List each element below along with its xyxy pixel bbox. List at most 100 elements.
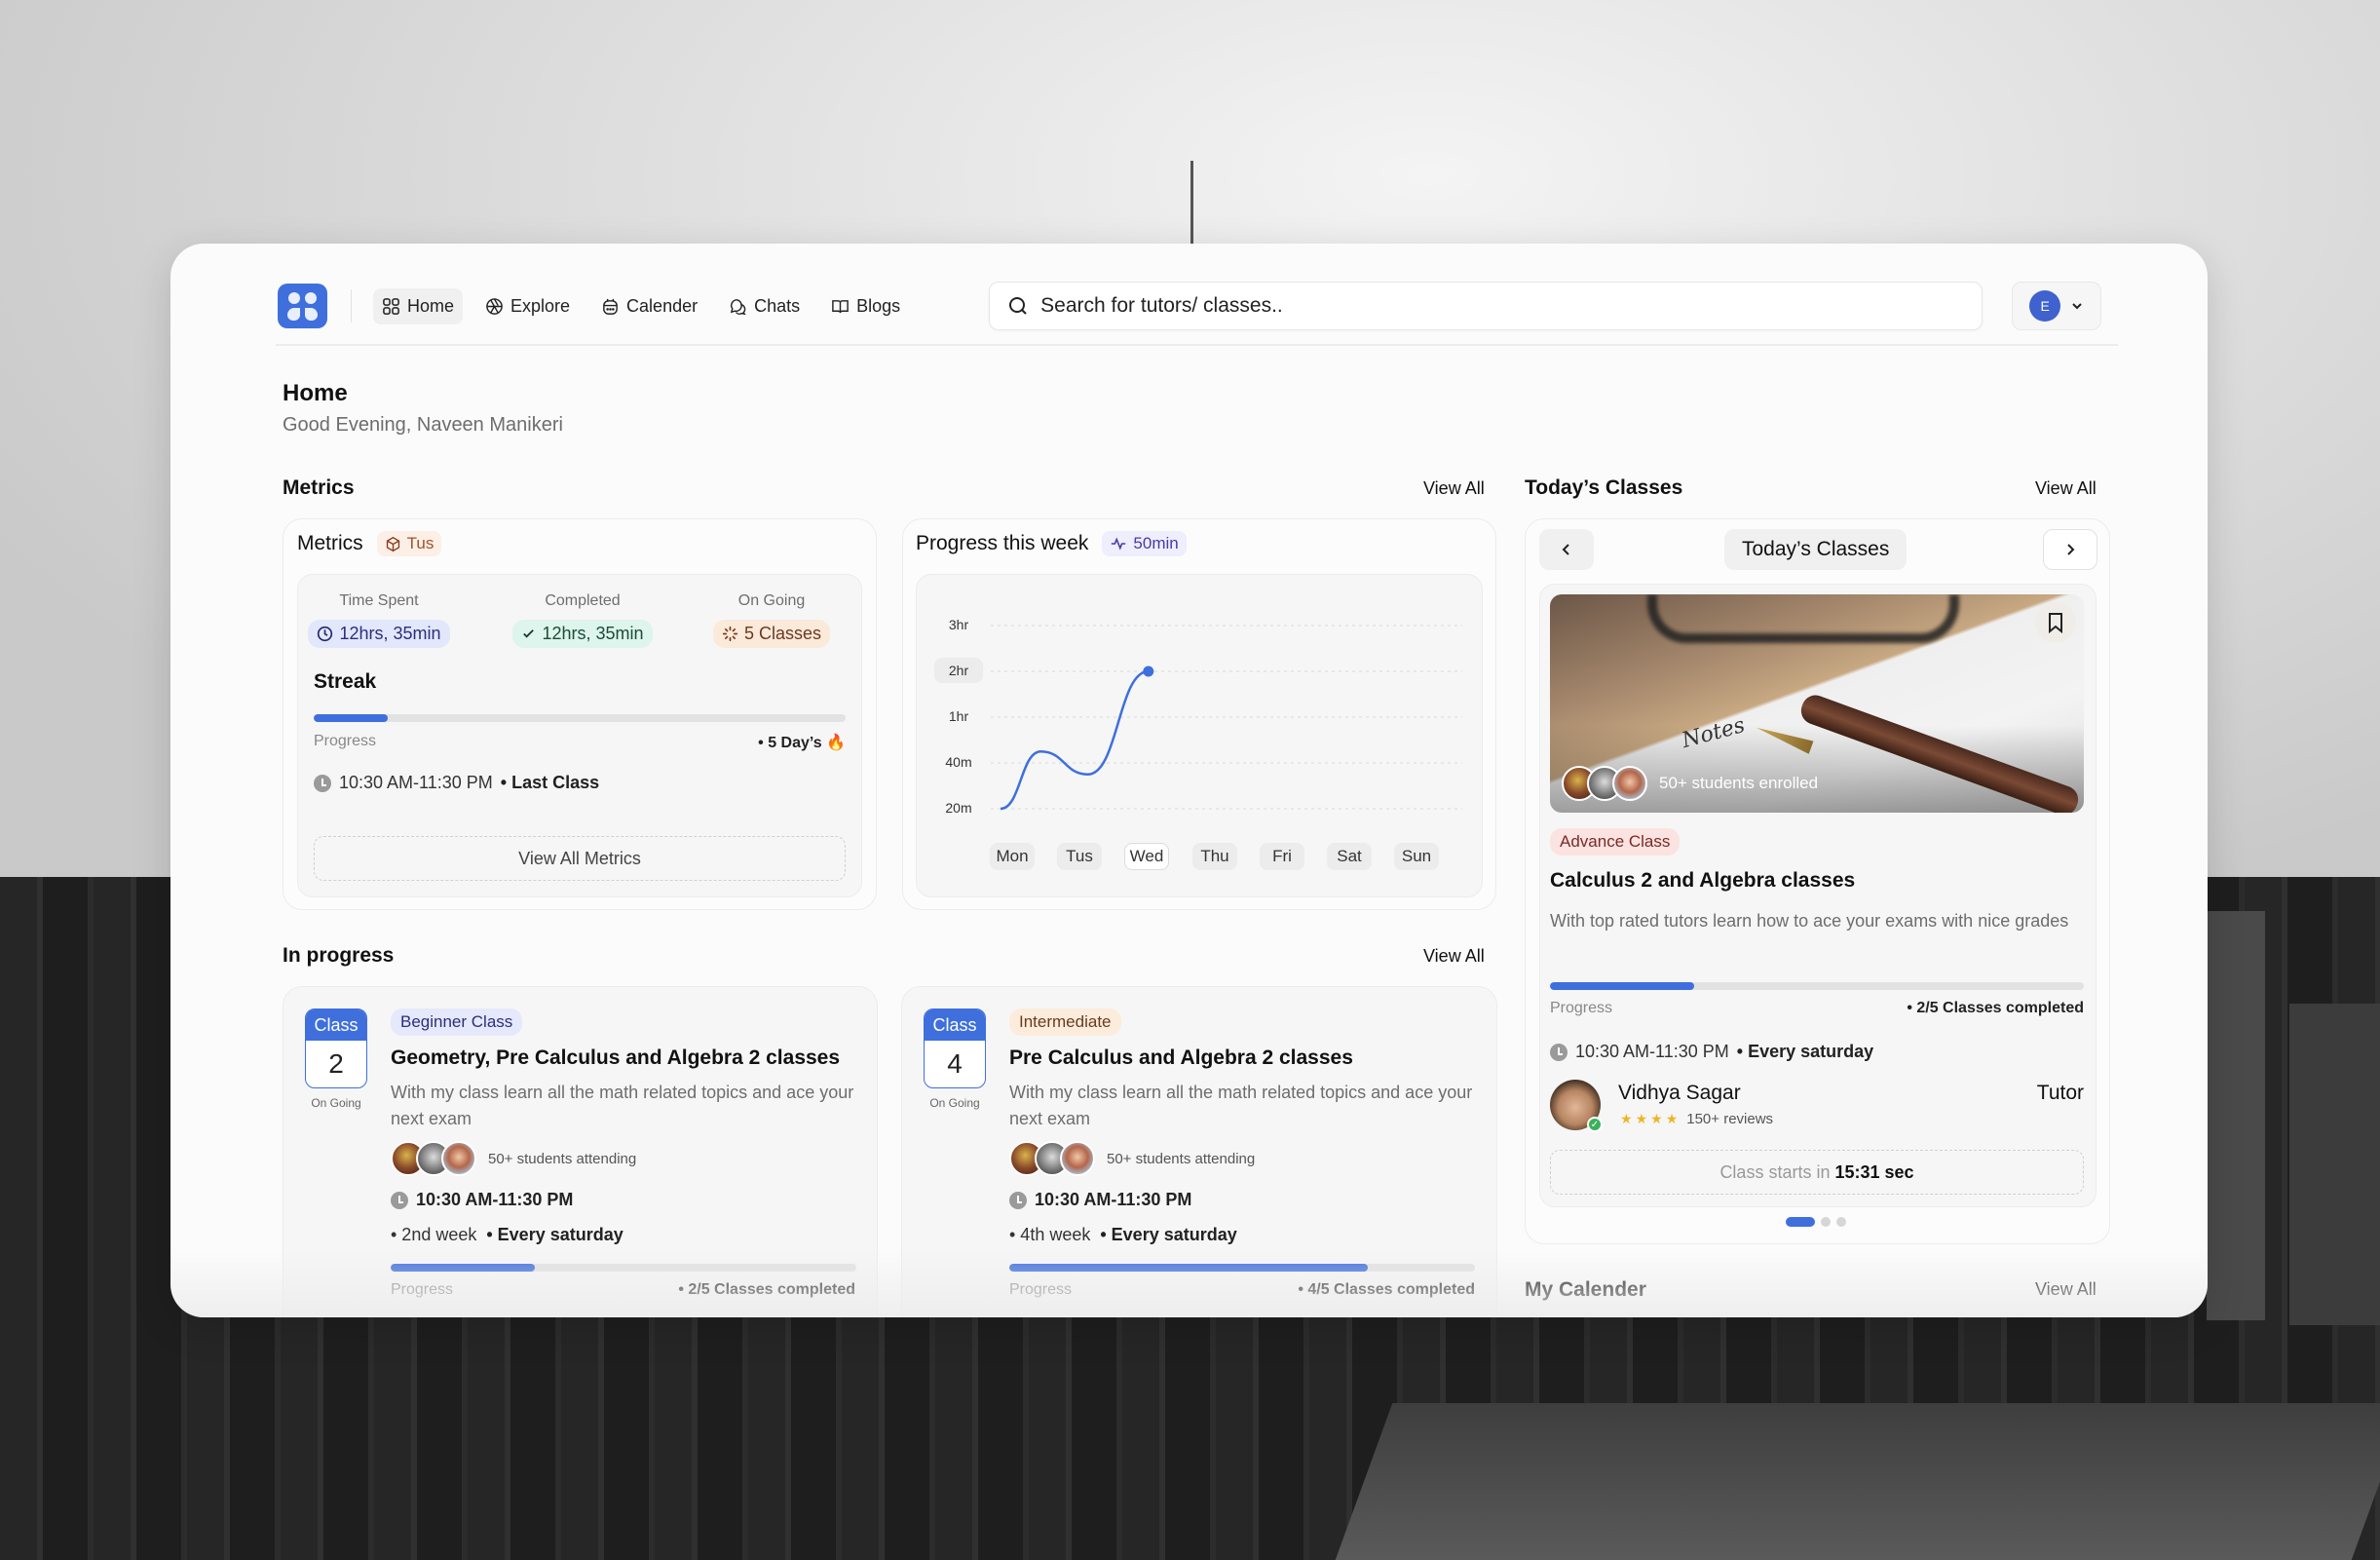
class-title: Geometry, Pre Calculus and Algebra 2 cla…: [391, 1046, 841, 1069]
carousel-dot[interactable]: [1836, 1217, 1846, 1227]
class-badge-number: 2: [328, 1048, 344, 1079]
carousel-title: Today’s Classes: [1724, 529, 1908, 570]
chart-header: Progress this week 50min: [916, 531, 1187, 556]
nav-item-blogs[interactable]: Blogs: [822, 288, 909, 324]
nav-item-explore[interactable]: Explore: [476, 288, 579, 324]
progress-line: [1000, 669, 1150, 811]
completed-label: Completed: [545, 592, 621, 609]
y-tick-label: 1hr: [948, 708, 969, 724]
current-point-marker[interactable]: [1143, 666, 1154, 677]
carousel-dot[interactable]: [1786, 1217, 1815, 1227]
user-menu-button[interactable]: E: [2012, 282, 2102, 330]
day-tus-button[interactable]: Tus: [1057, 843, 1102, 870]
progress-chart-card: Progress this week 50min 20m 40m 1hr 2hr 3hr…: [902, 518, 1496, 910]
in-progress-card[interactable]: Class 4 On Going Intermediate Pre Calcul…: [901, 986, 1497, 1317]
in-progress-card[interactable]: Class 2 On Going Beginner Class Geometry…: [283, 986, 878, 1317]
day-mon-button[interactable]: Mon: [990, 843, 1035, 870]
day-sat-button[interactable]: Sat: [1327, 843, 1372, 870]
class-number-badge: Class 4: [924, 1008, 986, 1088]
nav-item-calender[interactable]: Calender: [592, 288, 706, 324]
class-time: 10:30 AM-11:30 PM: [1035, 1190, 1192, 1209]
clock-icon: [314, 774, 331, 792]
progress-label: Progress: [314, 733, 377, 749]
photo-pen: [1796, 691, 2083, 813]
metrics-view-all-link[interactable]: View All: [1423, 478, 1485, 499]
calender-view-all-link[interactable]: View All: [2035, 1279, 2097, 1300]
classes-completed: • 4/5 Classes completed: [1298, 1281, 1475, 1298]
chat-icon: [730, 298, 746, 315]
class-time: 10:30 AM-11:30 PM: [416, 1190, 574, 1209]
class-week: • 4th week: [1009, 1225, 1091, 1244]
class-progress-fill: [1550, 982, 1694, 990]
class-week: • 2nd week: [391, 1225, 477, 1244]
calendar-icon: [603, 298, 618, 315]
class-schedule: • Every saturday: [1100, 1225, 1237, 1244]
day-chip[interactable]: Tus: [376, 531, 442, 556]
last-class-time-row: 10:30 AM-11:30 PM • Last Class: [314, 773, 599, 793]
view-all-metrics-button[interactable]: View All Metrics: [314, 836, 846, 881]
next-class-button[interactable]: [2043, 529, 2097, 570]
day-wed-button[interactable]: Wed: [1124, 843, 1169, 870]
logo-icon[interactable]: [278, 284, 327, 328]
class-progress-fill: [1009, 1264, 1369, 1272]
time-spent-value: 12hrs, 35min: [339, 624, 441, 643]
nav-label: Home: [407, 295, 455, 316]
carousel-dot[interactable]: [1821, 1217, 1831, 1227]
class-time-row: 10:30 AM-11:30 PM: [391, 1190, 573, 1210]
student-avatar: [1612, 766, 1647, 801]
day-thu-button[interactable]: Thu: [1192, 843, 1237, 870]
starts-prefix: Class starts in: [1719, 1161, 1831, 1182]
class-card[interactable]: Notes 50+ students enrolled Advance Clas…: [1539, 584, 2097, 1207]
class-time-row: 10:30 AM-11:30 PM: [1009, 1190, 1191, 1210]
tutor-name[interactable]: Vidhya Sagar: [1618, 1082, 1741, 1105]
streak-progress-bar: [314, 714, 846, 722]
class-time-row: 10:30 AM-11:30 PM • Every saturday: [1550, 1042, 1873, 1062]
class-schedule: • Every saturday: [1736, 1042, 1874, 1061]
star-icon: ★: [1620, 1111, 1633, 1126]
day-fri-button[interactable]: Fri: [1260, 843, 1304, 870]
metrics-section-title: Metrics: [283, 476, 355, 499]
cube-icon: [386, 536, 399, 552]
y-tick-label: 3hr: [948, 617, 969, 632]
enrolled-count: 50+ students enrolled: [1659, 774, 1819, 792]
bookmark-button[interactable]: [2035, 602, 2076, 643]
aperture-icon: [486, 297, 503, 315]
last-class-label: • Last Class: [500, 773, 600, 792]
search-bar[interactable]: [989, 282, 1983, 330]
y-tick-label: 2hr: [934, 658, 983, 683]
class-badge-label: Class: [306, 1009, 366, 1041]
student-avatar: [441, 1141, 476, 1176]
chevron-left-icon: [1562, 544, 1569, 555]
verified-icon: ✓: [1587, 1117, 1603, 1132]
class-starts-countdown[interactable]: Class starts in 15:31 sec: [1550, 1150, 2084, 1195]
nav-label: Explore: [510, 295, 571, 316]
class-cover-image: Notes 50+ students enrolled: [1550, 594, 2084, 813]
todays-classes-card: Today’s Classes Notes 50+ students enrol…: [1525, 518, 2110, 1244]
class-badge-label: Class: [925, 1009, 985, 1041]
nav-item-home[interactable]: Home: [373, 287, 464, 324]
last-class-time: 10:30 AM-11:30 PM: [339, 773, 493, 792]
todays-classes-view-all-link[interactable]: View All: [2035, 478, 2097, 499]
search-input[interactable]: [1040, 294, 1918, 318]
streak-title: Streak: [314, 670, 377, 693]
prev-class-button[interactable]: [1539, 529, 1594, 570]
tutor-rating: ★ ★ ★ ★ 150+ reviews: [1620, 1111, 1773, 1127]
my-calender-section-title: My Calender: [1525, 1278, 1646, 1301]
search-icon: [1009, 297, 1027, 315]
class-title: Calculus 2 and Algebra classes: [1550, 869, 1856, 892]
class-description: With top rated tutors learn how to ace y…: [1550, 911, 2069, 931]
students-attending: 50+ students attending: [391, 1141, 636, 1176]
greeting-text: Good Evening, Naveen Manikeri: [283, 414, 563, 436]
tutor-role: Tutor: [2036, 1082, 2084, 1104]
level-chip: Beginner Class: [391, 1008, 523, 1036]
nav-item-chats[interactable]: Chats: [720, 288, 809, 324]
class-description: With my class learn all the math related…: [1009, 1083, 1473, 1128]
day-sun-button[interactable]: Sun: [1394, 843, 1439, 870]
progress-label: Progress: [391, 1281, 454, 1298]
nav-label: Calender: [626, 295, 699, 316]
in-progress-view-all-link[interactable]: View All: [1423, 946, 1485, 967]
class-description: With my class learn all the math related…: [391, 1083, 854, 1128]
completed-chip: 12hrs, 35min: [512, 620, 653, 648]
class-progress-bar: [391, 1264, 856, 1272]
enrolled-students: 50+ students enrolled: [1562, 766, 1818, 801]
